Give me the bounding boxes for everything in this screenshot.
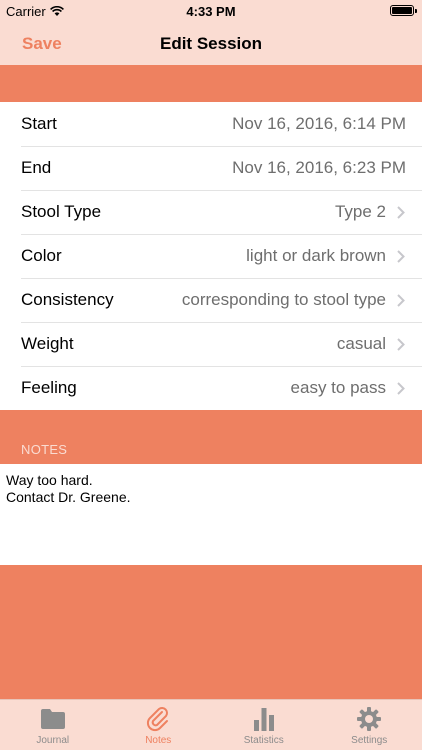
row-stool-type[interactable]: Stool Type Type 2 bbox=[0, 190, 422, 234]
tab-notes[interactable]: Notes bbox=[106, 700, 212, 750]
tab-label: Statistics bbox=[243, 735, 284, 746]
tab-statistics[interactable]: Statistics bbox=[211, 700, 317, 750]
tab-bar: Journal Notes Statistics Settings bbox=[0, 699, 422, 750]
row-start[interactable]: Start Nov 16, 2016, 6:14 PM bbox=[0, 102, 422, 146]
row-feeling[interactable]: Feeling easy to pass bbox=[0, 366, 422, 410]
status-bar: Carrier 4:33 PM bbox=[0, 0, 422, 22]
row-label: Start bbox=[21, 114, 57, 133]
row-label: End bbox=[21, 158, 52, 177]
tab-journal[interactable]: Journal bbox=[0, 700, 106, 750]
tab-label: Settings bbox=[351, 735, 388, 746]
session-details-list: Start Nov 16, 2016, 6:14 PM End Nov 16, … bbox=[0, 102, 422, 410]
row-color[interactable]: Color light or dark brown bbox=[0, 234, 422, 278]
battery-icon bbox=[390, 5, 417, 16]
notes-section-header: NOTES bbox=[0, 414, 422, 464]
row-label: Color bbox=[21, 246, 62, 265]
row-label: Weight bbox=[21, 334, 74, 353]
notes-header-label: NOTES bbox=[21, 442, 68, 457]
folder-icon bbox=[39, 705, 67, 733]
notes-line: Way too hard. bbox=[6, 472, 93, 488]
row-value: Nov 16, 2016, 6:23 PM bbox=[232, 158, 406, 177]
row-value: Type 2 bbox=[334, 202, 386, 221]
row-weight[interactable]: Weight casual bbox=[0, 322, 422, 366]
row-consistency[interactable]: Consistency corresponding to stool type bbox=[0, 278, 422, 322]
row-value: easy to pass bbox=[290, 378, 386, 397]
gear-icon bbox=[355, 705, 383, 733]
chevron-right-icon bbox=[396, 381, 406, 395]
tab-settings[interactable]: Settings bbox=[317, 700, 422, 750]
row-label: Consistency bbox=[21, 290, 114, 309]
row-value: casual bbox=[336, 334, 386, 353]
paperclip-icon bbox=[144, 705, 172, 733]
section-header-band bbox=[0, 65, 422, 102]
bar-chart-icon bbox=[250, 705, 278, 733]
tab-label: Journal bbox=[36, 735, 70, 746]
row-label: Feeling bbox=[21, 378, 77, 397]
row-value: Nov 16, 2016, 6:14 PM bbox=[232, 114, 406, 133]
chevron-right-icon bbox=[396, 205, 406, 219]
chevron-right-icon bbox=[396, 249, 406, 263]
navigation-bar: Save Edit Session bbox=[0, 22, 422, 65]
row-end[interactable]: End Nov 16, 2016, 6:23 PM bbox=[0, 146, 422, 190]
status-time: 4:33 PM bbox=[186, 4, 236, 19]
chevron-right-icon bbox=[396, 337, 406, 351]
page-title: Edit Session bbox=[159, 34, 263, 53]
chevron-right-icon bbox=[396, 293, 406, 307]
row-value: light or dark brown bbox=[246, 246, 386, 265]
tab-label: Notes bbox=[145, 735, 172, 746]
notes-line: Contact Dr. Greene. bbox=[6, 489, 131, 505]
row-value: corresponding to stool type bbox=[181, 290, 386, 309]
notes-text-area[interactable]: Way too hard. Contact Dr. Greene. bbox=[0, 464, 422, 565]
row-label: Stool Type bbox=[21, 202, 102, 221]
